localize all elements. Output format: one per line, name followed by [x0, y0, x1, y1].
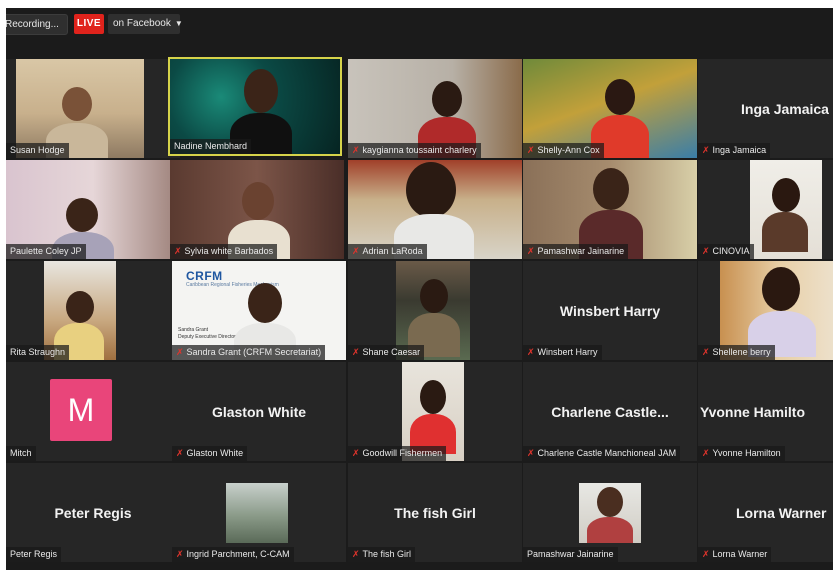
- crfm-logo: CRFM: [186, 269, 223, 283]
- participant-name-label: ✗ Ingrid Parchment, C-CAM: [172, 547, 294, 562]
- chevron-down-icon[interactable]: ▼: [175, 19, 183, 28]
- participant-tile[interactable]: Winsbert Harry ✗ Winsbert Harry: [523, 261, 697, 360]
- participant-tile[interactable]: Rita Straughn: [6, 261, 180, 360]
- muted-microphone-icon: ✗: [527, 145, 535, 155]
- participant-name-label: Susan Hodge: [6, 143, 69, 158]
- muted-microphone-icon: ✗: [176, 347, 184, 357]
- participant-name-label: ✗ kaygianna toussaint charlery: [348, 143, 481, 158]
- participant-name-label: ✗ Shelly-Ann Cox: [523, 143, 604, 158]
- participant-tile[interactable]: Glaston White ✗ Glaston White: [172, 362, 346, 461]
- participant-name-label: ✗ Shellene berry: [698, 345, 775, 360]
- muted-microphone-icon: ✗: [352, 549, 360, 559]
- muted-microphone-icon: ✗: [527, 246, 535, 256]
- slide-caption: Sandra Grant Deputy Executive Director: [178, 327, 236, 340]
- participant-name-label: ✗ Adrian LaRoda: [348, 244, 427, 259]
- participant-tile[interactable]: M Mitch: [6, 362, 180, 461]
- muted-microphone-icon: ✗: [352, 347, 360, 357]
- participant-name-label: ✗ The fish Girl: [348, 547, 416, 562]
- participant-name-label: ✗ Yvonne Hamilton: [698, 446, 785, 461]
- muted-microphone-icon: ✗: [176, 549, 184, 559]
- participant-name-label: ✗ Lorna Warner: [698, 547, 772, 562]
- participant-tile[interactable]: The fish Girl ✗ The fish Girl: [348, 463, 522, 562]
- participant-name-label: Paulette Coley JP: [6, 244, 86, 259]
- participant-tile[interactable]: Peter Regis Peter Regis: [6, 463, 180, 562]
- platform-label: on Facebook: [113, 18, 171, 29]
- muted-microphone-icon: ✗: [174, 246, 182, 256]
- participant-name-label: ✗ Pamashwar Jainarine: [523, 244, 629, 259]
- participant-tile[interactable]: ✗ kaygianna toussaint charlery: [348, 59, 522, 158]
- participant-name-label: Mitch: [6, 446, 36, 461]
- participant-tile-active-speaker[interactable]: Nadine Nembhard: [168, 57, 342, 156]
- participant-name-label: ✗ Winsbert Harry: [523, 345, 602, 360]
- participant-tile[interactable]: ✗ Goodwill Fishermen: [348, 362, 522, 461]
- participant-tile[interactable]: ✗ Sylvia white Barbados: [170, 160, 344, 259]
- video-feed: [579, 483, 641, 543]
- participant-tile[interactable]: ✗ Ingrid Parchment, C-CAM: [172, 463, 346, 562]
- participant-name-label: ✗ CINOVIA: [698, 244, 754, 259]
- participant-name-label: Nadine Nembhard: [170, 139, 252, 154]
- participant-tile[interactable]: Yvonne Hamilto ✗ Yvonne Hamilton: [698, 362, 833, 461]
- participant-tile[interactable]: Lorna Warner ✗ Lorna Warner: [698, 463, 833, 562]
- participant-name-label: ✗ Shane Caesar: [348, 345, 425, 360]
- muted-microphone-icon: ✗: [352, 448, 360, 458]
- participant-tile[interactable]: ✗ Pamashwar Jainarine: [523, 160, 697, 259]
- muted-microphone-icon: ✗: [702, 448, 710, 458]
- participant-tile[interactable]: ✗ Shelly-Ann Cox: [523, 59, 697, 158]
- participant-name-label: ✗ Goodwill Fishermen: [348, 446, 447, 461]
- participant-tile[interactable]: Susan Hodge: [6, 59, 180, 158]
- streaming-platform-dropdown[interactable]: on Facebook ▼: [108, 14, 183, 34]
- live-badge: LIVE: [74, 14, 104, 34]
- muted-microphone-icon: ✗: [702, 347, 710, 357]
- participant-name-label: ✗ Inga Jamaica: [698, 143, 771, 158]
- recording-indicator[interactable]: Recording...: [6, 14, 68, 35]
- muted-microphone-icon: ✗: [352, 246, 360, 256]
- participant-name-label: Pamashwar Jainarine: [523, 547, 618, 562]
- muted-microphone-icon: ✗: [702, 246, 710, 256]
- participant-tile[interactable]: Pamashwar Jainarine: [523, 463, 697, 562]
- muted-microphone-icon: ✗: [352, 145, 360, 155]
- participant-tile[interactable]: ✗ CINOVIA: [698, 160, 833, 259]
- participant-tile[interactable]: ✗ Shellene berry: [698, 261, 833, 360]
- muted-microphone-icon: ✗: [702, 145, 710, 155]
- zoom-gallery-window: Recording... LIVE on Facebook ▼ Susan Hod…: [6, 8, 833, 570]
- participant-name-label: ✗ Charlene Castle Manchioneal JAM: [523, 446, 681, 461]
- participant-name-label: Peter Regis: [6, 547, 62, 562]
- participant-name-label: ✗ Glaston White: [172, 446, 248, 461]
- participant-name-label: Rita Straughn: [6, 345, 70, 360]
- muted-microphone-icon: ✗: [527, 347, 535, 357]
- muted-microphone-icon: ✗: [702, 549, 710, 559]
- participant-tile[interactable]: ✗ Adrian LaRoda: [348, 160, 522, 259]
- video-feed: [750, 160, 822, 259]
- participant-tile[interactable]: ✗ Shane Caesar: [348, 261, 522, 360]
- participant-tile[interactable]: Inga Jamaica ✗ Inga Jamaica: [698, 59, 833, 158]
- participant-tile[interactable]: Paulette Coley JP: [6, 160, 180, 259]
- participant-tile[interactable]: CRFM Caribbean Regional Fisheries Mechan…: [172, 261, 346, 360]
- video-feed: [226, 483, 288, 543]
- muted-microphone-icon: ✗: [176, 448, 184, 458]
- participant-tile[interactable]: Charlene Castle... ✗ Charlene Castle Manc…: [523, 362, 697, 461]
- avatar: M: [50, 379, 112, 441]
- participant-name-label: ✗ Sandra Grant (CRFM Secretariat): [172, 345, 326, 360]
- participant-name-label: ✗ Sylvia white Barbados: [170, 244, 278, 259]
- muted-microphone-icon: ✗: [527, 448, 535, 458]
- top-toolbar: Recording... LIVE on Facebook ▼: [6, 8, 833, 44]
